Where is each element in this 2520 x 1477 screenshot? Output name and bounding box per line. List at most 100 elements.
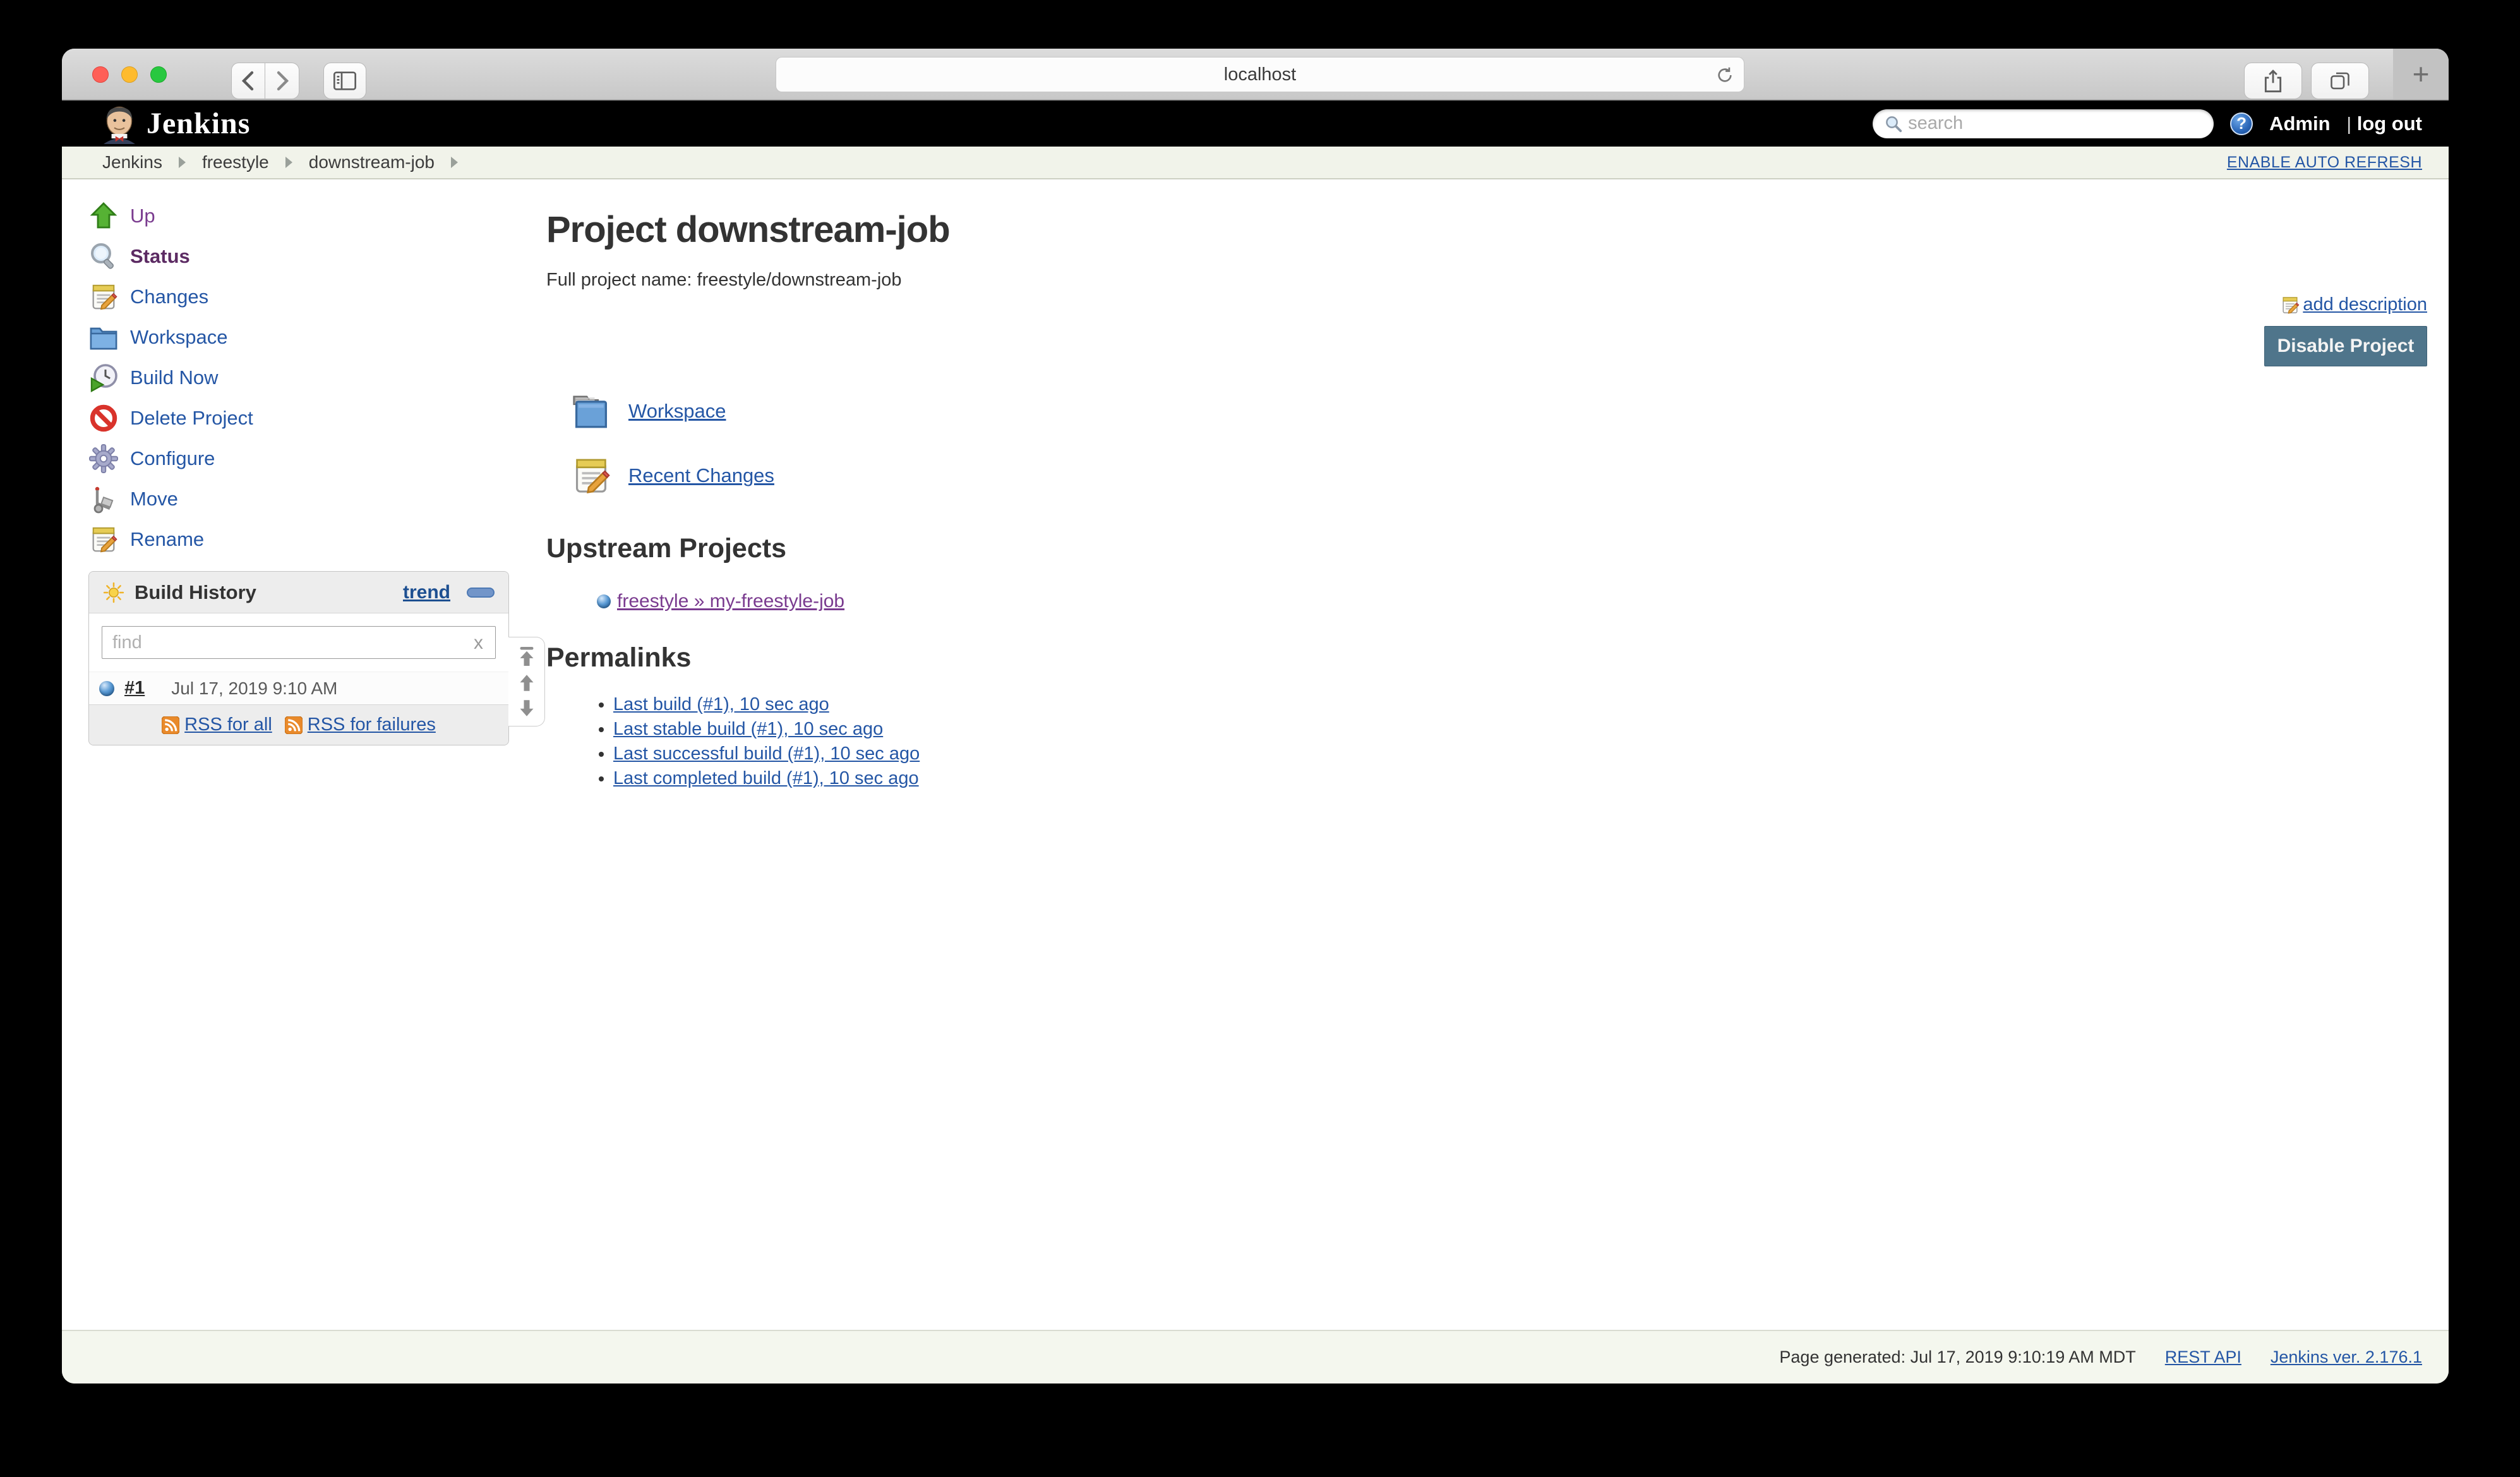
trend-sparkline-icon[interactable] <box>467 588 495 598</box>
folder-icon <box>88 322 119 353</box>
workspace-row: Workspace <box>546 384 2430 438</box>
upstream-project-link[interactable]: freestyle » my-freestyle-job <box>617 591 844 612</box>
separator: | <box>2347 114 2352 135</box>
permalink-item: Last stable build (#1), 10 sec ago <box>613 717 2430 742</box>
rest-api-link[interactable]: REST API <box>2165 1347 2241 1367</box>
url-input[interactable] <box>776 57 1744 92</box>
plus-icon: + <box>2413 57 2430 91</box>
address-bar[interactable] <box>776 57 1744 92</box>
notepad-icon <box>88 524 119 555</box>
page-footer: Page generated: Jul 17, 2019 9:10:19 AM … <box>62 1330 2449 1384</box>
header-right: ? Admin | log out <box>1873 109 2422 138</box>
permalink-last-completed-build[interactable]: Last completed build (#1), 10 sec ago <box>613 768 919 788</box>
disable-project-button[interactable]: Disable Project <box>2264 326 2427 366</box>
page-title: Project downstream-job <box>546 208 2430 251</box>
search-input[interactable] <box>1908 113 2202 134</box>
jenkins-version-link[interactable]: Jenkins ver. 2.176.1 <box>2271 1347 2422 1367</box>
permalink-item: Last successful build (#1), 10 sec ago <box>613 742 2430 766</box>
permalink-last-stable-build[interactable]: Last stable build (#1), 10 sec ago <box>613 719 883 739</box>
recent-changes-row: Recent Changes <box>546 449 2430 503</box>
help-icon[interactable]: ? <box>2230 112 2253 135</box>
add-description-link[interactable]: add description <box>2280 294 2427 315</box>
minimize-window-button[interactable] <box>121 66 138 83</box>
rss-for-failures-link[interactable]: RSS for failures <box>285 714 436 735</box>
tabs-icon <box>2329 69 2351 92</box>
jenkins-header: Jenkins ? Admin | log out <box>62 100 2449 147</box>
notepad-icon <box>2280 295 2300 315</box>
notepad-icon <box>88 282 119 312</box>
recent-changes-link[interactable]: Recent Changes <box>628 464 774 487</box>
scroll-up-button[interactable] <box>517 673 536 692</box>
permalink-last-successful-build[interactable]: Last successful build (#1), 10 sec ago <box>613 744 920 764</box>
chevron-right-icon <box>274 70 291 92</box>
sidebar-icon <box>332 70 357 92</box>
build-history-panel: Build History trend x #1 Jul 17, 2019 9:… <box>88 571 509 745</box>
notepad-icon <box>570 455 612 497</box>
find-clear-button[interactable]: x <box>474 632 483 654</box>
upstream-project-item: freestyle » my-freestyle-job <box>546 591 2430 612</box>
build-number-link[interactable]: #1 <box>124 678 145 699</box>
enable-auto-refresh-link[interactable]: ENABLE AUTO REFRESH <box>2227 154 2422 172</box>
close-window-button[interactable] <box>92 66 109 83</box>
sidebar-item-move[interactable]: Move <box>88 479 509 519</box>
sidebar-item-status[interactable]: Status <box>88 236 509 277</box>
breadcrumb-item-freestyle[interactable]: freestyle <box>202 152 269 172</box>
build-history-scroll-nav <box>508 637 545 726</box>
build-date: Jul 17, 2019 9:10 AM <box>171 678 337 699</box>
browser-titlebar: + <box>62 49 2449 100</box>
page-body: Up Status Changes Workspace Build Now De… <box>62 179 2449 1330</box>
sidebar-item-changes[interactable]: Changes <box>88 277 509 317</box>
new-tab-button[interactable]: + <box>2393 49 2449 99</box>
sidebar-item-configure[interactable]: Configure <box>88 438 509 479</box>
breadcrumb-item-jenkins[interactable]: Jenkins <box>102 152 162 172</box>
search-icon <box>88 241 119 272</box>
find-input[interactable] <box>102 626 496 659</box>
permalinks-list: Last build (#1), 10 sec ago Last stable … <box>546 692 2430 791</box>
trend-link[interactable]: trend <box>403 582 450 603</box>
jenkins-logo-text: Jenkins <box>147 106 250 141</box>
logout-link[interactable]: log out <box>2357 112 2422 135</box>
handtruck-icon <box>88 484 119 514</box>
traffic-lights <box>92 66 167 83</box>
no-entry-icon <box>88 403 119 433</box>
build-history-footer: RSS for all RSS for failures <box>89 704 508 745</box>
zoom-window-button[interactable] <box>150 66 167 83</box>
share-icon <box>2262 68 2284 93</box>
share-button[interactable] <box>2244 63 2302 99</box>
up-arrow-icon <box>88 201 119 231</box>
build-history-find: x <box>89 613 508 672</box>
workspace-link[interactable]: Workspace <box>628 400 726 423</box>
permalink-last-build[interactable]: Last build (#1), 10 sec ago <box>613 694 829 714</box>
scroll-down-button[interactable] <box>517 699 536 718</box>
back-button[interactable] <box>231 63 265 99</box>
rss-for-all-link[interactable]: RSS for all <box>162 714 272 735</box>
build-row: #1 Jul 17, 2019 9:10 AM <box>89 672 508 704</box>
permalinks-heading: Permalinks <box>546 642 2430 673</box>
sidebar-toggle-button[interactable] <box>323 63 366 99</box>
build-status-ball-icon[interactable] <box>99 681 114 696</box>
sidebar-item-build-now[interactable]: Build Now <box>88 358 509 398</box>
folder-icon <box>570 390 612 432</box>
upstream-projects-heading: Upstream Projects <box>546 533 2430 564</box>
forward-button[interactable] <box>265 63 299 99</box>
breadcrumb-item-downstream-job[interactable]: downstream-job <box>309 152 435 172</box>
build-history-title: Build History <box>135 581 256 604</box>
search-icon <box>1884 114 1903 133</box>
reload-icon[interactable] <box>1715 65 1735 85</box>
jenkins-logo-link[interactable]: Jenkins <box>101 104 250 144</box>
scroll-to-top-button[interactable] <box>517 646 536 667</box>
chevron-right-icon <box>451 157 458 168</box>
build-history-header: Build History trend <box>89 572 508 613</box>
sidebar-item-workspace[interactable]: Workspace <box>88 317 509 358</box>
chevron-left-icon <box>240 70 256 92</box>
admin-user-link[interactable]: Admin <box>2269 112 2330 135</box>
sidebar-item-delete-project[interactable]: Delete Project <box>88 398 509 438</box>
chevron-right-icon <box>179 157 186 168</box>
show-tabs-button[interactable] <box>2311 63 2369 99</box>
search-box <box>1873 109 2214 138</box>
page-generated-text: Page generated: Jul 17, 2019 9:10:19 AM … <box>1779 1347 2135 1367</box>
sidebar-item-rename[interactable]: Rename <box>88 519 509 560</box>
weather-sun-icon <box>103 582 124 603</box>
sidebar-item-up[interactable]: Up <box>88 196 509 236</box>
chevron-right-icon <box>285 157 292 168</box>
